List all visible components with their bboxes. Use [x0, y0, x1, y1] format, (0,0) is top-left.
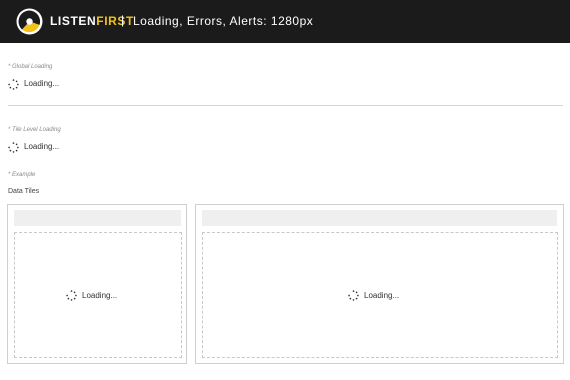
- tile-body: Loading...: [14, 232, 182, 358]
- global-loading-label: Loading...: [24, 79, 60, 88]
- spinner-icon: [8, 78, 19, 90]
- tile-body: Loading...: [202, 232, 558, 358]
- spinner-icon: [8, 141, 19, 153]
- example-note: * Example: [8, 172, 36, 178]
- global-loading-note: * Global Loading: [8, 64, 53, 70]
- tile-loading-indicator: Loading...: [348, 290, 399, 301]
- spinner-icon: [348, 290, 359, 301]
- tile-loading-label: Loading...: [364, 290, 400, 300]
- brand-name-part2: FIRST: [96, 14, 134, 28]
- app-header: LISTENFIRST | Loading, Errors, Alerts: 1…: [0, 0, 570, 43]
- tile-loading-label: Loading...: [82, 290, 118, 300]
- data-tile: Loading...: [195, 204, 564, 364]
- section-divider: [8, 105, 563, 106]
- page-title: Loading, Errors, Alerts: 1280px: [133, 14, 314, 28]
- data-tile: Loading...: [7, 204, 187, 364]
- tile-header-placeholder: [14, 210, 181, 226]
- tile-loading-indicator: Loading...: [8, 141, 59, 153]
- global-loading-indicator: Loading...: [8, 78, 59, 90]
- listenfirst-logo-icon[interactable]: [16, 8, 43, 35]
- tile-header-placeholder: [202, 210, 557, 226]
- tile-loading-label: Loading...: [24, 142, 60, 151]
- brand-name-part1: LISTEN: [50, 14, 97, 28]
- header-separator: |: [121, 13, 125, 27]
- tile-loading-indicator: Loading...: [66, 290, 117, 301]
- spinner-icon: [66, 290, 77, 301]
- tile-loading-note: * Tile Level Loading: [8, 127, 61, 133]
- data-tiles-label: Data Tiles: [8, 188, 40, 195]
